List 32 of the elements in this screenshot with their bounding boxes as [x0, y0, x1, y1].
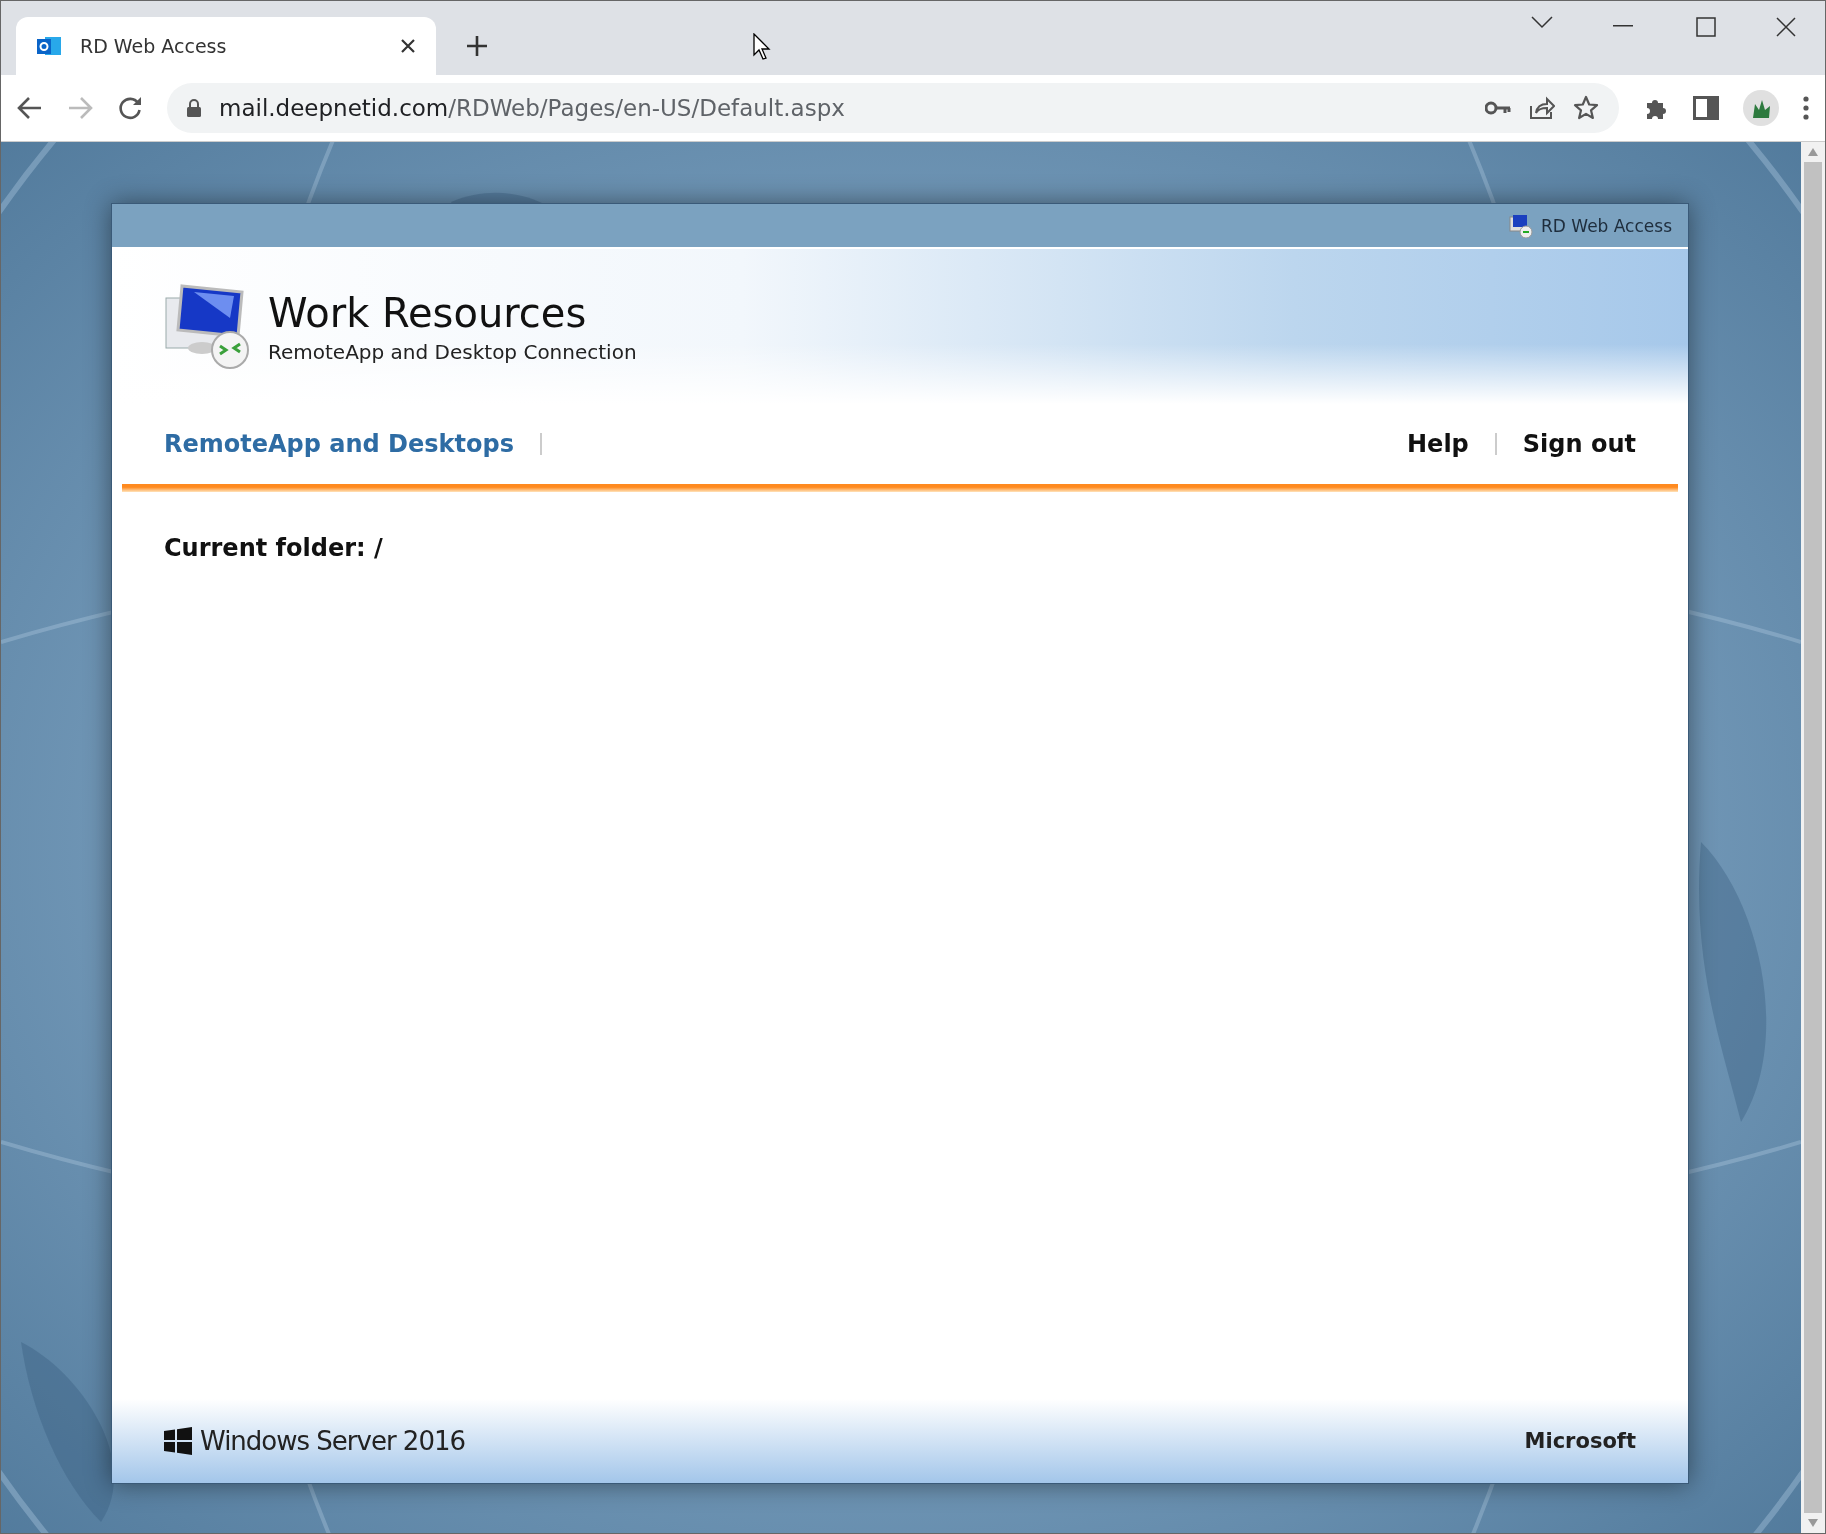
tab-title: RD Web Access: [80, 35, 228, 57]
chevron-down-icon[interactable]: [1531, 15, 1553, 29]
key-icon[interactable]: [1485, 101, 1511, 115]
new-tab-icon[interactable]: [466, 35, 488, 57]
remote-desktop-icon: [164, 283, 250, 370]
back-icon[interactable]: [17, 96, 43, 120]
mouse-cursor-icon: [753, 33, 773, 61]
current-folder-label: Current folder: /: [163, 533, 384, 562]
close-window-icon[interactable]: [1776, 17, 1796, 37]
share-icon[interactable]: [1529, 96, 1555, 120]
browser-tab[interactable]: RD Web Access: [16, 17, 436, 75]
nav-link[interactable]: RemoteApp and Desktops: [164, 430, 514, 458]
remote-desktop-icon: [1509, 213, 1533, 238]
lock-icon: [187, 99, 201, 117]
brand-name: Microsoft: [1524, 1429, 1636, 1453]
close-icon[interactable]: [400, 38, 416, 54]
bookmark-star-icon[interactable]: [1573, 95, 1599, 121]
address-bar[interactable]: mail.deepnetid.com/RDWeb/Pages/en-US/Default.aspx: [167, 83, 1619, 133]
windows-logo-icon: [164, 1427, 192, 1455]
top-bar-label: RD Web Access: [1541, 215, 1672, 236]
product-name: Windows Server 2016: [200, 1426, 466, 1456]
url-text: mail.deepnetid.com/RDWeb/Pages/en-US/Default.aspx: [219, 95, 846, 121]
maximize-icon[interactable]: [1696, 17, 1716, 37]
minimize-icon[interactable]: [1613, 25, 1633, 27]
reload-icon[interactable]: [117, 95, 143, 121]
profile-avatar[interactable]: [1743, 90, 1779, 126]
page-title: Work Resources: [268, 289, 588, 336]
nav-link[interactable]: Sign out: [1522, 430, 1636, 458]
nav-link[interactable]: Help: [1407, 430, 1469, 458]
page-subtitle: RemoteApp and Desktop Connection: [268, 339, 637, 364]
side-panel-icon[interactable]: [1693, 96, 1719, 120]
menu-icon[interactable]: [1803, 96, 1809, 120]
